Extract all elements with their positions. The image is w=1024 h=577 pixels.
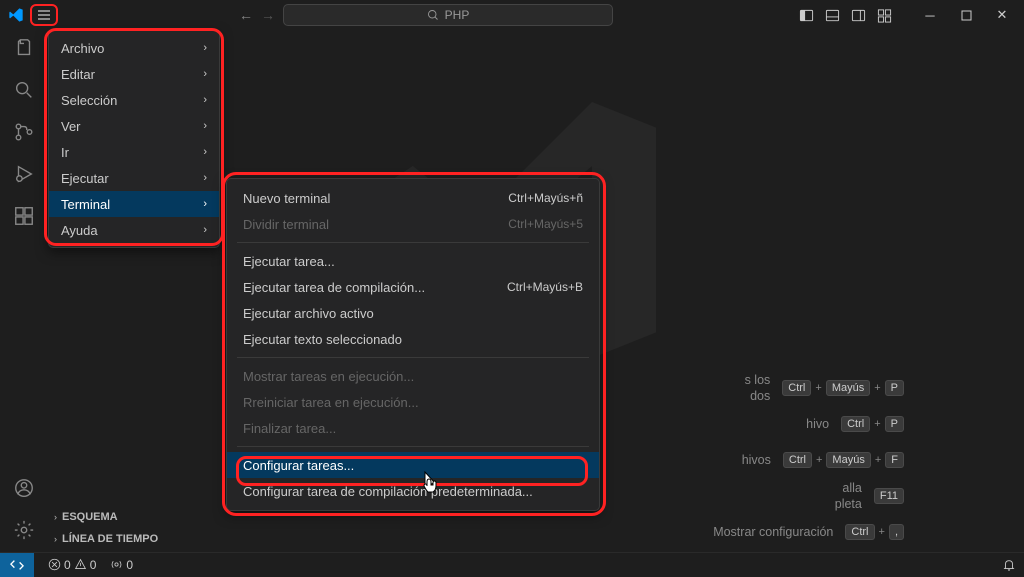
- status-errors[interactable]: 0 0: [48, 558, 96, 572]
- status-bar: 0 0 0: [0, 552, 1024, 576]
- menu-ver[interactable]: Ver›: [49, 113, 219, 139]
- remote-indicator[interactable]: [0, 553, 34, 577]
- activity-bar: [0, 30, 48, 550]
- layout-panel-icon[interactable]: [820, 3, 844, 27]
- sidebar-bottom-panels: ›ESQUEMA ›LÍNEA DE TIEMPO: [48, 506, 228, 550]
- command-center-text: PHP: [445, 8, 470, 22]
- menu-seleccion[interactable]: Selección›: [49, 87, 219, 113]
- outline-section[interactable]: ›ESQUEMA: [48, 506, 228, 528]
- status-ports[interactable]: 0: [110, 558, 133, 572]
- submenu-ejecutar-archivo-activo[interactable]: Ejecutar archivo activo: [227, 300, 599, 326]
- window-maximize-button[interactable]: [948, 3, 984, 27]
- nav-forward-icon[interactable]: →: [261, 7, 275, 23]
- run-debug-icon[interactable]: [12, 162, 36, 186]
- window-close-button[interactable]: ✕: [984, 3, 1020, 27]
- submenu-finalizar-tarea: Finalizar tarea...: [227, 415, 599, 441]
- window-minimize-button[interactable]: ─: [912, 3, 948, 27]
- app-menu-button[interactable]: [30, 4, 58, 26]
- nav-back-icon[interactable]: ←: [239, 7, 253, 23]
- submenu-configurar-tareas[interactable]: Configurar tareas...: [227, 452, 599, 478]
- source-control-icon[interactable]: [12, 120, 36, 144]
- layout-sidebar-left-icon[interactable]: [794, 3, 818, 27]
- welcome-shortcuts: s losdos Ctrl+Mayús+P hivo Ctrl+P hivos …: [713, 370, 904, 550]
- submenu-dividir-terminal: Dividir terminalCtrl+Mayús+5: [227, 211, 599, 237]
- main-menu: Archivo› Editar› Selección› Ver› Ir› Eje…: [48, 30, 220, 248]
- vscode-logo-icon: [8, 7, 24, 23]
- customize-layout-icon[interactable]: [872, 3, 896, 27]
- search-icon[interactable]: [12, 78, 36, 102]
- explorer-icon[interactable]: [12, 36, 36, 60]
- submenu-ejecutar-tarea[interactable]: Ejecutar tarea...: [227, 248, 599, 274]
- submenu-nuevo-terminal[interactable]: Nuevo terminalCtrl+Mayús+ñ: [227, 185, 599, 211]
- command-center[interactable]: PHP: [283, 4, 613, 26]
- terminal-submenu: Nuevo terminalCtrl+Mayús+ñ Dividir termi…: [226, 178, 600, 511]
- layout-sidebar-right-icon[interactable]: [846, 3, 870, 27]
- menu-terminal[interactable]: Terminal›: [49, 191, 219, 217]
- menu-ayuda[interactable]: Ayuda›: [49, 217, 219, 243]
- search-icon: [427, 9, 439, 21]
- extensions-icon[interactable]: [12, 204, 36, 228]
- timeline-section[interactable]: ›LÍNEA DE TIEMPO: [48, 528, 228, 550]
- settings-gear-icon[interactable]: [12, 518, 36, 542]
- title-bar: ← → PHP ─ ✕: [0, 0, 1024, 30]
- submenu-ejecutar-texto-seleccionado[interactable]: Ejecutar texto seleccionado: [227, 326, 599, 352]
- menu-editar[interactable]: Editar›: [49, 61, 219, 87]
- menu-ir[interactable]: Ir›: [49, 139, 219, 165]
- menu-archivo[interactable]: Archivo›: [49, 35, 219, 61]
- submenu-mostrar-tareas: Mostrar tareas en ejecución...: [227, 363, 599, 389]
- accounts-icon[interactable]: [12, 476, 36, 500]
- menu-ejecutar[interactable]: Ejecutar›: [49, 165, 219, 191]
- status-notifications[interactable]: [1002, 558, 1016, 572]
- submenu-ejecutar-compilacion[interactable]: Ejecutar tarea de compilación...Ctrl+May…: [227, 274, 599, 300]
- submenu-configurar-compilacion-predeterminada[interactable]: Configurar tarea de compilación predeter…: [227, 478, 599, 504]
- submenu-reiniciar-tarea: Rreiniciar tarea en ejecución...: [227, 389, 599, 415]
